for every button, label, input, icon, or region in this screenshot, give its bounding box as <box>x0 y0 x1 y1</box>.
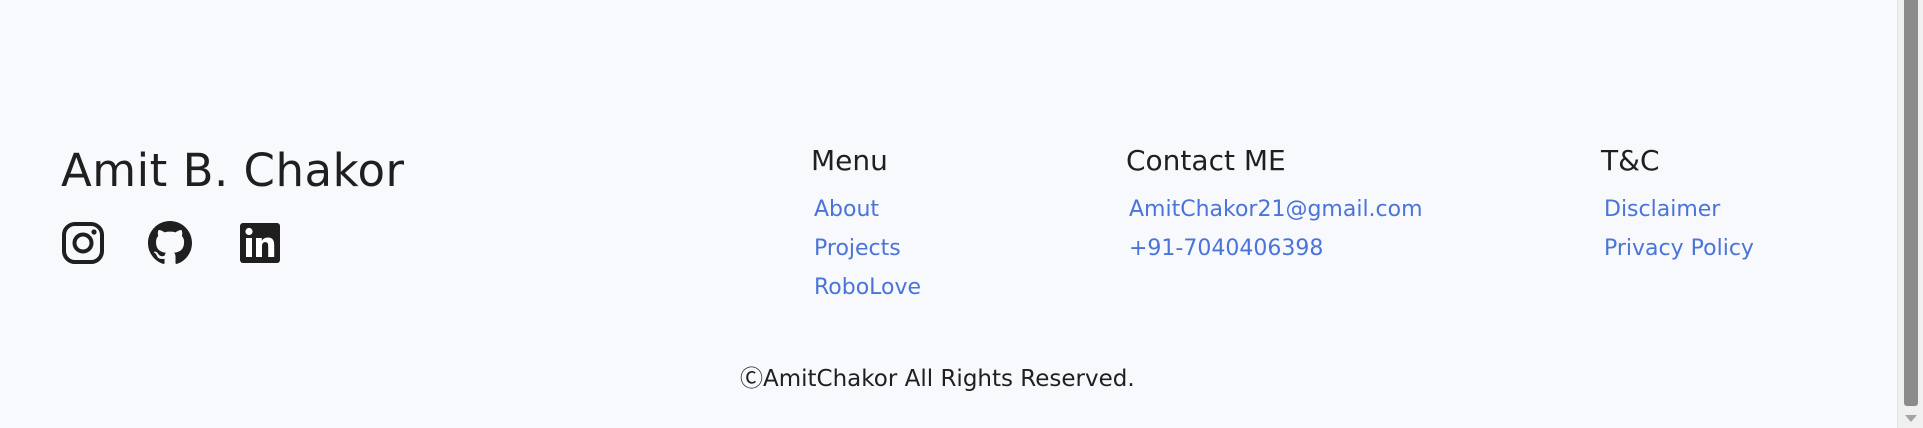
terms-column: T&C Disclaimer Privacy Policy <box>1601 144 1754 268</box>
privacy-policy-link[interactable]: Privacy Policy <box>1604 236 1754 261</box>
list-item: +91-7040406398 <box>1129 229 1423 268</box>
terms-heading: T&C <box>1601 144 1660 177</box>
contact-links: AmitChakor21@gmail.com +91-7040406398 <box>1129 190 1423 268</box>
email-link[interactable]: AmitChakor21@gmail.com <box>1129 197 1423 222</box>
github-icon <box>148 221 192 264</box>
about-link[interactable]: About <box>814 197 879 222</box>
list-item: AmitChakor21@gmail.com <box>1129 190 1423 229</box>
menu-heading: Menu <box>811 144 888 177</box>
site-footer: Amit B. Chakor Menu About Projects RoboL… <box>0 0 1897 428</box>
scroll-down-arrow-icon[interactable] <box>1905 415 1917 422</box>
scrollbar-thumb[interactable] <box>1904 0 1918 406</box>
contact-heading: Contact ME <box>1126 144 1286 177</box>
disclaimer-link[interactable]: Disclaimer <box>1604 197 1720 222</box>
list-item: Projects <box>814 229 921 268</box>
list-item: Disclaimer <box>1604 190 1754 229</box>
instagram-icon <box>62 222 104 264</box>
linkedin-link[interactable] <box>238 221 282 265</box>
contact-column: Contact ME AmitChakor21@gmail.com +91-70… <box>1126 144 1423 268</box>
menu-links: About Projects RoboLove <box>814 190 921 307</box>
list-item: RoboLove <box>814 268 921 307</box>
robolove-link[interactable]: RoboLove <box>814 275 921 300</box>
terms-links: Disclaimer Privacy Policy <box>1604 190 1754 268</box>
projects-link[interactable]: Projects <box>814 236 901 261</box>
phone-link[interactable]: +91-7040406398 <box>1129 236 1323 261</box>
list-item: Privacy Policy <box>1604 229 1754 268</box>
vertical-scrollbar[interactable] <box>1897 0 1923 428</box>
github-link[interactable] <box>148 221 192 265</box>
list-item: About <box>814 190 921 229</box>
menu-column: Menu About Projects RoboLove <box>811 144 921 307</box>
copyright-text: ⒸAmitChakor All Rights Reserved. <box>740 366 1135 392</box>
linkedin-icon <box>240 223 280 263</box>
instagram-link[interactable] <box>61 221 105 265</box>
brand-name: Amit B. Chakor <box>61 144 405 197</box>
